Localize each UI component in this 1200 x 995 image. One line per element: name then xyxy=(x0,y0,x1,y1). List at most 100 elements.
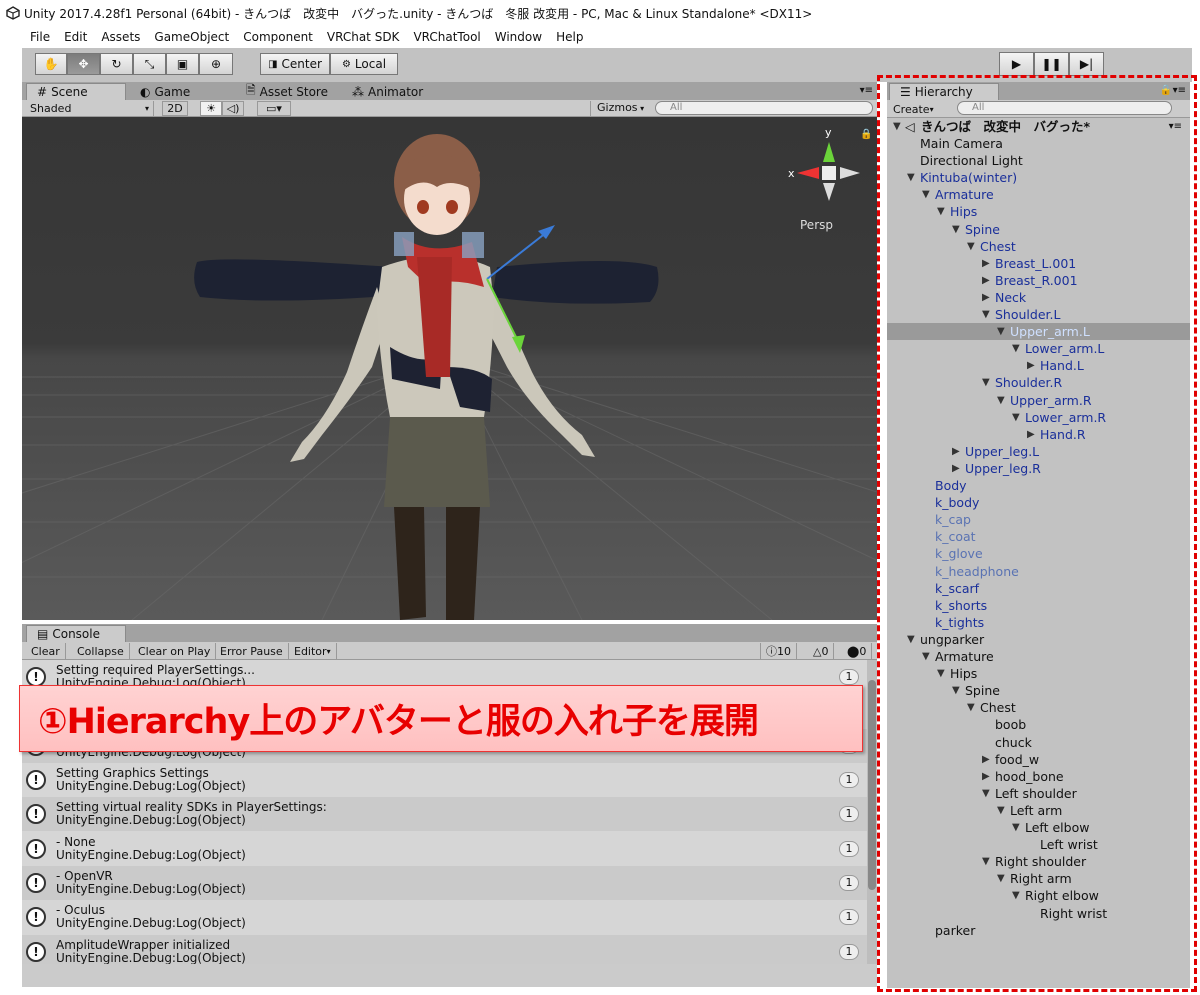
scrollbar-thumb[interactable] xyxy=(868,680,876,890)
collapse-arrow-icon[interactable]: ▼ xyxy=(967,238,975,255)
panel-menu-icon[interactable]: ▾≡ xyxy=(860,85,873,96)
menu-file[interactable]: File xyxy=(30,30,50,44)
console-warning-count[interactable]: △ 0 xyxy=(808,643,835,659)
hierarchy-item[interactable]: ▼ Right shoulder xyxy=(887,853,1190,870)
console-editor-dropdown[interactable]: Editor ▾ xyxy=(289,643,337,659)
expand-arrow-icon[interactable]: ▶ xyxy=(982,272,990,289)
hierarchy-item[interactable]: ▼ Left elbow xyxy=(887,819,1190,836)
expand-arrow-icon[interactable]: ▶ xyxy=(1027,357,1035,374)
hierarchy-item[interactable]: Left wrist xyxy=(887,836,1190,853)
tab-animator[interactable]: ⁂ Animator xyxy=(342,83,433,100)
hierarchy-item[interactable]: ▼ Right arm xyxy=(887,870,1190,887)
console-scrollbar[interactable] xyxy=(867,660,877,964)
hierarchy-item[interactable]: ▶ hood_bone xyxy=(887,768,1190,785)
hierarchy-item[interactable]: k_shorts xyxy=(887,597,1190,614)
expand-arrow-icon[interactable]: ▶ xyxy=(982,768,990,785)
collapse-arrow-icon[interactable]: ▼ xyxy=(1012,409,1020,426)
expand-arrow-icon[interactable]: ▶ xyxy=(952,460,960,477)
rect-tool-button[interactable]: ▣ xyxy=(166,53,199,75)
expand-arrow-icon[interactable]: ▶ xyxy=(982,255,990,272)
collapse-arrow-icon[interactable]: ▼ xyxy=(997,802,1005,819)
expand-arrow-icon[interactable]: ▼ xyxy=(893,118,901,135)
tab-asset-store[interactable]: 🗎 Asset Store xyxy=(236,83,338,100)
persp-label[interactable]: Persp xyxy=(800,218,833,232)
hierarchy-item[interactable]: ▼ Left arm xyxy=(887,802,1190,819)
expand-arrow-icon[interactable]: ▶ xyxy=(982,289,990,306)
collapse-arrow-icon[interactable]: ▼ xyxy=(1012,887,1020,904)
hierarchy-item[interactable]: chuck xyxy=(887,734,1190,751)
play-button[interactable]: ▶ xyxy=(999,52,1034,76)
orientation-gizmo[interactable]: y x Persp 🔒 xyxy=(788,126,872,232)
shading-mode-dropdown[interactable]: Shaded ▾ xyxy=(26,101,154,116)
hierarchy-item[interactable]: ▼ Lower_arm.R xyxy=(887,409,1190,426)
scene-search-input[interactable]: All xyxy=(655,101,873,115)
collapse-arrow-icon[interactable]: ▼ xyxy=(1012,819,1020,836)
console-error-count[interactable]: ⬤ 0 xyxy=(842,643,873,659)
tab-game[interactable]: ◐ Game xyxy=(130,83,200,100)
collapse-arrow-icon[interactable]: ▼ xyxy=(922,186,930,203)
menu-gameobject[interactable]: GameObject xyxy=(154,30,229,44)
hierarchy-item[interactable]: ▼ Shoulder.R xyxy=(887,374,1190,391)
audio-toggle[interactable]: ◁) xyxy=(222,101,244,116)
scene-menu-icon[interactable]: ▾≡ xyxy=(1169,118,1182,135)
hierarchy-item[interactable]: Right wrist xyxy=(887,905,1190,922)
create-dropdown[interactable]: Create ▾ xyxy=(893,101,934,117)
menu-edit[interactable]: Edit xyxy=(64,30,87,44)
menu-help[interactable]: Help xyxy=(556,30,583,44)
pause-button[interactable]: ❚❚ xyxy=(1034,52,1069,76)
hierarchy-item[interactable]: ▼ Left shoulder xyxy=(887,785,1190,802)
hierarchy-item[interactable]: parker xyxy=(887,922,1190,939)
menu-vrchattool[interactable]: VRChatTool xyxy=(413,30,480,44)
hierarchy-item[interactable]: ▼ Spine xyxy=(887,221,1190,238)
hierarchy-item[interactable]: ▼ Armature xyxy=(887,648,1190,665)
scene-header-row[interactable]: ▼ ◁ きんつば 改変中 バグった* ▾≡ xyxy=(887,118,1190,135)
hierarchy-item[interactable]: ▶ Upper_leg.L xyxy=(887,443,1190,460)
hierarchy-item[interactable]: ▼ Lower_arm.L xyxy=(887,340,1190,357)
hierarchy-item[interactable]: ▶ Breast_L.001 xyxy=(887,255,1190,272)
expand-arrow-icon[interactable]: ▶ xyxy=(952,443,960,460)
tab-console[interactable]: ▤ Console xyxy=(26,625,126,642)
tab-scene[interactable]: # Scene xyxy=(26,83,126,100)
hierarchy-item[interactable]: ▶ Hand.R xyxy=(887,426,1190,443)
mode-2d-toggle[interactable]: 2D xyxy=(162,101,188,116)
panel-menu-icon[interactable]: ▾≡ xyxy=(1173,85,1186,96)
hierarchy-item[interactable]: k_headphone xyxy=(887,563,1190,580)
effects-dropdown[interactable]: ▭▾ xyxy=(257,101,291,116)
collapse-arrow-icon[interactable]: ▼ xyxy=(982,785,990,802)
console-row[interactable]: ! Setting virtual reality SDKs in PlayerS… xyxy=(22,797,867,831)
hierarchy-item[interactable]: Body xyxy=(887,477,1190,494)
collapse-arrow-icon[interactable]: ▼ xyxy=(952,682,960,699)
hierarchy-item[interactable]: ▼ Right elbow xyxy=(887,887,1190,904)
lock-icon[interactable]: 🔒 xyxy=(860,128,872,140)
hierarchy-item[interactable]: ▶ Neck xyxy=(887,289,1190,306)
rotate-tool-button[interactable]: ↻ xyxy=(100,53,133,75)
pivot-center-button[interactable]: ◨ Center xyxy=(260,53,330,75)
hierarchy-item[interactable]: ▼ ungparker xyxy=(887,631,1190,648)
menu-component[interactable]: Component xyxy=(243,30,313,44)
collapse-arrow-icon[interactable]: ▼ xyxy=(982,374,990,391)
collapse-arrow-icon[interactable]: ▼ xyxy=(937,665,945,682)
transform-tool-button[interactable]: ⊕ xyxy=(199,53,233,75)
hierarchy-item[interactable]: ▼ Spine xyxy=(887,682,1190,699)
console-row[interactable]: ! - OpenVR UnityEngine.Debug:Log(Object) 1 xyxy=(22,866,867,900)
hierarchy-item[interactable]: ▶ Breast_R.001 xyxy=(887,272,1190,289)
hand-tool-button[interactable]: ✋ xyxy=(35,53,67,75)
scale-tool-button[interactable]: ⤡ xyxy=(133,53,166,75)
console-row[interactable]: ! - None UnityEngine.Debug:Log(Object) 1 xyxy=(22,832,867,866)
hierarchy-item[interactable]: Directional Light xyxy=(887,152,1190,169)
console-row[interactable]: ! Setting Graphics Settings UnityEngine.De… xyxy=(22,763,867,797)
console-clear-on-play-button[interactable]: Clear on Play xyxy=(133,643,217,659)
collapse-arrow-icon[interactable]: ▼ xyxy=(982,853,990,870)
step-button[interactable]: ▶| xyxy=(1069,52,1104,76)
expand-arrow-icon[interactable]: ▶ xyxy=(1027,426,1035,443)
scene-viewport[interactable]: y x Persp 🔒 xyxy=(22,117,877,620)
menu-vrchat-sdk[interactable]: VRChat SDK xyxy=(327,30,400,44)
collapse-arrow-icon[interactable]: ▼ xyxy=(907,169,915,186)
collapse-arrow-icon[interactable]: ▼ xyxy=(907,631,915,648)
console-clear-button[interactable]: Clear xyxy=(26,643,66,659)
hierarchy-item[interactable]: ▼ Chest xyxy=(887,238,1190,255)
collapse-arrow-icon[interactable]: ▼ xyxy=(997,392,1005,409)
hierarchy-item[interactable]: Main Camera xyxy=(887,135,1190,152)
collapse-arrow-icon[interactable]: ▼ xyxy=(997,323,1005,340)
collapse-arrow-icon[interactable]: ▼ xyxy=(922,648,930,665)
